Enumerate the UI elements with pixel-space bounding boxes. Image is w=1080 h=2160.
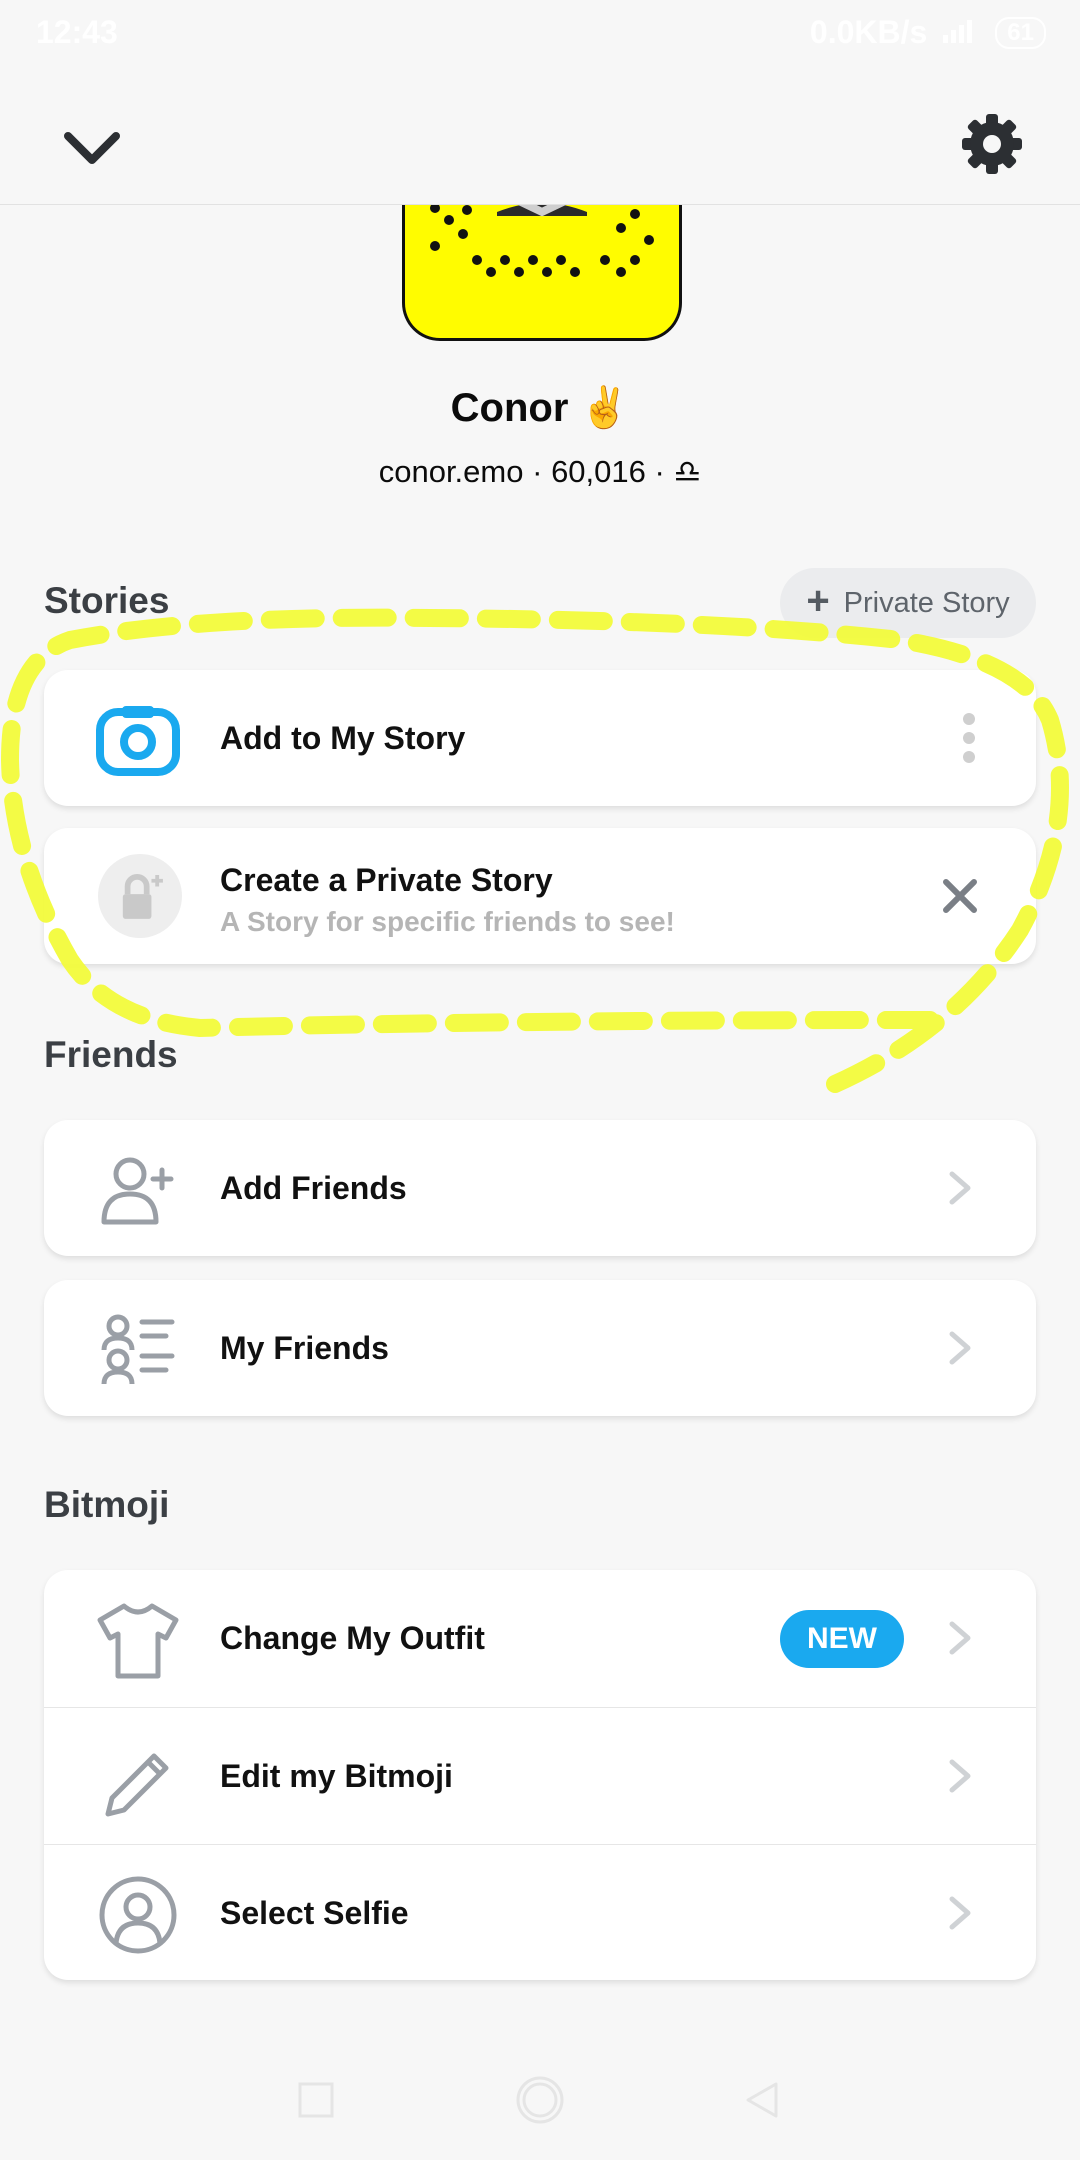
change-outfit-label: Change My Outfit	[220, 1620, 485, 1656]
snap-score[interactable]: 60,016	[551, 454, 646, 489]
battery-indicator: 61	[995, 16, 1046, 49]
create-private-story-sublabel: A Story for specific friends to see!	[220, 906, 675, 937]
circle-icon	[516, 2076, 564, 2124]
gear-icon	[962, 114, 1022, 174]
chevron-right-icon	[949, 1621, 971, 1655]
square-icon	[298, 2082, 334, 2118]
private-story-label: Private Story	[843, 586, 1010, 619]
stories-title: Stories	[44, 580, 170, 621]
add-friend-icon	[101, 1157, 174, 1225]
settings-button[interactable]	[960, 112, 1024, 176]
home-button[interactable]	[514, 2074, 566, 2126]
more-vertical-icon	[963, 713, 975, 763]
more-options-button[interactable]	[962, 712, 976, 764]
profile-meta-row: conor.emo · 60,016 · ♎	[0, 454, 1080, 490]
plus-icon: +	[806, 578, 830, 623]
shirt-icon	[97, 1603, 179, 1679]
friends-list-icon	[101, 1314, 175, 1385]
chevron-right-icon	[949, 1759, 971, 1793]
friends-title: Friends	[44, 1034, 178, 1075]
add-friends-label: Add Friends	[220, 1170, 407, 1206]
new-badge: NEW	[780, 1610, 904, 1668]
status-time: 12:43	[36, 14, 118, 50]
chevron-right-icon	[949, 1331, 971, 1365]
my-friends-card[interactable]: My Friends	[44, 1280, 1036, 1416]
triangle-back-icon	[746, 2082, 778, 2118]
android-nav-bar	[0, 2040, 1080, 2160]
pencil-icon	[105, 1753, 169, 1817]
create-private-story-card[interactable]: Create a Private Story A Story for speci…	[44, 828, 1036, 964]
separator: ·	[532, 454, 543, 489]
camera-icon	[96, 706, 180, 776]
dismiss-button[interactable]	[942, 878, 978, 914]
new-private-story-button[interactable]: + Private Story	[780, 568, 1036, 638]
bitmoji-card: Change My Outfit NEW Edit my Bitmoji Sel…	[44, 1570, 1036, 1980]
top-bar	[0, 66, 1080, 205]
collapse-button[interactable]	[60, 126, 124, 170]
signal-icon	[943, 14, 979, 51]
separator: ·	[654, 454, 665, 489]
lock-plus-icon	[98, 854, 182, 938]
network-speed: 0.0KB/s	[809, 14, 928, 50]
chevron-right-icon	[949, 1171, 971, 1205]
add-to-my-story-label: Add to My Story	[220, 720, 466, 756]
close-icon	[943, 879, 977, 913]
selfie-icon	[99, 1876, 177, 1954]
chevron-right-icon	[949, 1896, 971, 1930]
status-icons: 0.0KB/s 61	[810, 14, 1046, 51]
create-private-story-label: Create a Private Story	[220, 862, 553, 898]
my-friends-label: My Friends	[220, 1330, 389, 1366]
display-emoji: ✌️	[579, 386, 630, 430]
select-selfie-label: Select Selfie	[220, 1895, 409, 1931]
bitmoji-title: Bitmoji	[44, 1484, 170, 1525]
add-to-my-story-card[interactable]: Add to My Story	[44, 670, 1036, 806]
username: conor.emo	[378, 454, 524, 489]
chevron-down-icon	[64, 132, 120, 164]
zodiac-icon: ♎	[673, 454, 702, 489]
select-selfie-row[interactable]: Select Selfie	[44, 1845, 1036, 1981]
recent-apps-button[interactable]	[296, 2080, 336, 2120]
profile-name-row: Conor ✌️	[0, 384, 1080, 431]
display-name: Conor	[450, 386, 569, 430]
edit-bitmoji-label: Edit my Bitmoji	[220, 1758, 453, 1794]
change-outfit-row[interactable]: Change My Outfit NEW	[44, 1570, 1036, 1706]
back-button[interactable]	[742, 2080, 782, 2120]
edit-bitmoji-row[interactable]: Edit my Bitmoji	[44, 1708, 1036, 1844]
status-bar: 12:43 0.0KB/s 61	[0, 0, 1080, 66]
add-friends-card[interactable]: Add Friends	[44, 1120, 1036, 1256]
